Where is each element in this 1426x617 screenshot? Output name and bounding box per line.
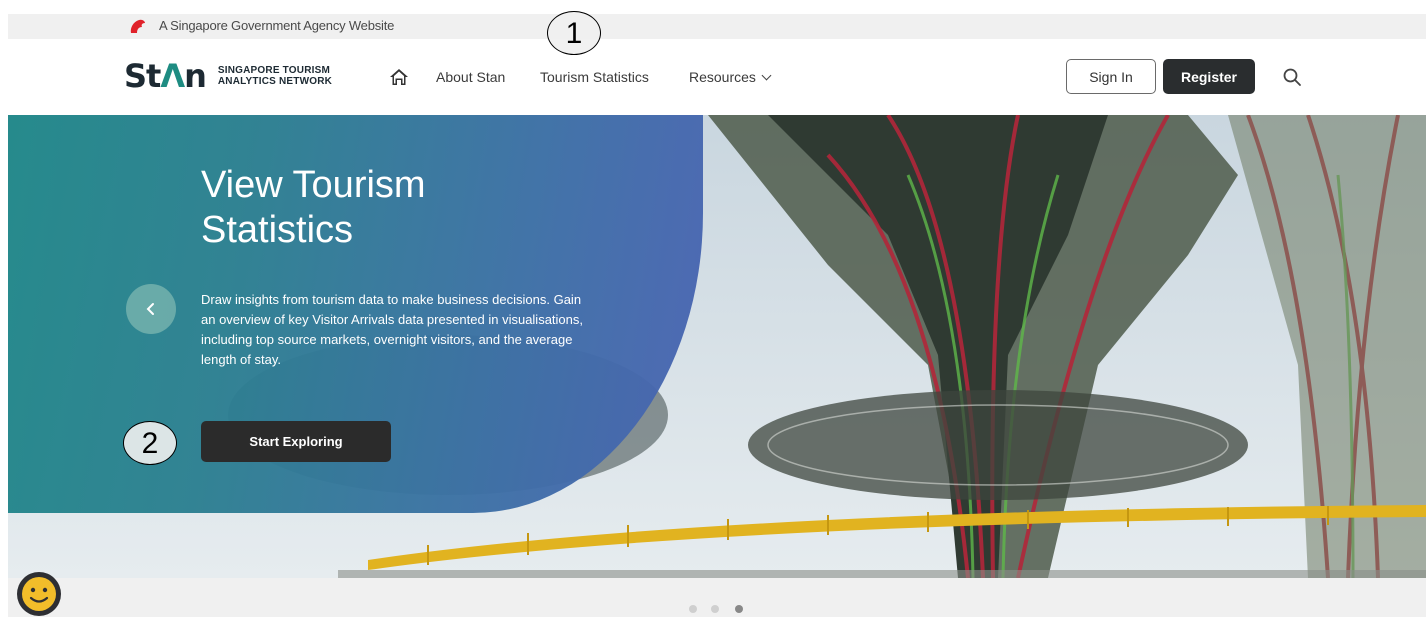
callout-2: 2 [123, 421, 177, 465]
nav-resources[interactable]: Resources [689, 69, 772, 85]
home-icon[interactable] [389, 68, 409, 86]
feedback-smiley-icon[interactable] [9, 570, 69, 617]
gov-banner: A Singapore Government Agency Website [8, 14, 1426, 39]
nav-tourism-statistics[interactable]: Tourism Statistics [540, 69, 649, 85]
chevron-down-icon [761, 70, 772, 81]
hero-description: Draw insights from tourism data to make … [201, 292, 584, 367]
chevron-left-icon [146, 303, 154, 315]
hero-carousel: View Tourism Statistics Draw insights fr… [8, 115, 1426, 578]
carousel-dot-3[interactable] [735, 605, 743, 613]
nav-resources-label: Resources [689, 69, 756, 85]
search-icon[interactable] [1282, 67, 1302, 87]
stan-logo[interactable]: StΛn SINGAPORE TOURISM ANALYTICS NETWORK [124, 57, 333, 95]
hero-title: View Tourism Statistics [201, 164, 426, 251]
top-navigation: StΛn SINGAPORE TOURISM ANALYTICS NETWORK … [0, 39, 1426, 115]
callout-1: 1 [547, 11, 601, 55]
carousel-prev-button[interactable] [126, 284, 176, 334]
carousel-next-button[interactable] [1264, 285, 1312, 333]
carousel-dot-2[interactable] [711, 605, 719, 613]
logo-wordmark: StΛn [124, 57, 207, 95]
carousel-dot-1[interactable] [689, 605, 697, 613]
nav-about-stan[interactable]: About Stan [436, 69, 505, 85]
register-button[interactable]: Register [1163, 59, 1255, 94]
start-exploring-button[interactable]: Start Exploring [201, 421, 391, 462]
sign-in-button[interactable]: Sign In [1066, 59, 1156, 94]
lion-head-icon [130, 19, 145, 33]
gov-banner-text: A Singapore Government Agency Website [159, 18, 395, 33]
logo-subtitle: SINGAPORE TOURISM ANALYTICS NETWORK [217, 65, 333, 87]
